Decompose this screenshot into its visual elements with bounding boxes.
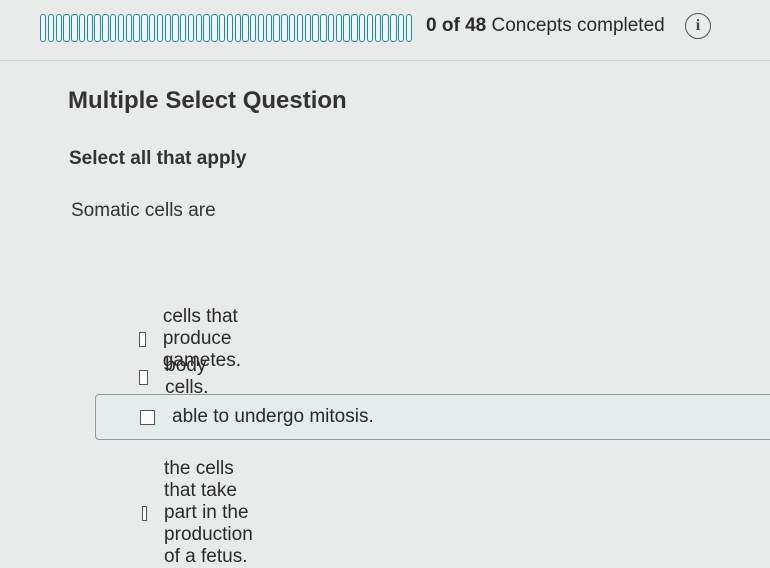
progress-segment: [390, 14, 397, 42]
total-count: 48: [465, 15, 487, 36]
progress-segment: [343, 14, 350, 42]
answer-option-label: body cells.: [165, 355, 209, 398]
progress-segment: [203, 14, 210, 42]
progress-segment: [180, 14, 187, 42]
progress-segment: [359, 14, 366, 42]
progress-suffix: Concepts completed: [491, 15, 665, 36]
progress-segment: [187, 14, 195, 42]
checkbox[interactable]: [142, 505, 148, 521]
progress-segment: [125, 14, 132, 42]
checkbox[interactable]: [140, 409, 155, 425]
answer-option[interactable]: able to undergo mitosis.: [95, 394, 770, 440]
progress-segment: [335, 14, 343, 42]
progress-segment: [78, 14, 86, 42]
answer-option-label: able to undergo mitosis.: [172, 406, 374, 427]
progress-segment: [281, 14, 288, 42]
progress-segment: [382, 14, 389, 42]
progress-segment: [312, 14, 319, 42]
progress-segment: [40, 14, 47, 42]
progress-segment: [304, 14, 311, 42]
progress-segment: [265, 14, 273, 42]
progress-segment: [405, 14, 413, 42]
checkbox[interactable]: [139, 331, 146, 347]
progress-segment: [195, 14, 203, 42]
progress-segment: [94, 14, 101, 42]
progress-segment: [296, 14, 304, 42]
progress-segment: [234, 14, 241, 42]
progress-segment: [211, 14, 218, 42]
question-prompt: Somatic cells are: [71, 200, 216, 221]
progress-segment: [242, 14, 249, 42]
checkbox[interactable]: [139, 369, 149, 385]
answer-option-label: the cells that take part in the producti…: [164, 458, 253, 567]
answer-option[interactable]: body cells.: [139, 355, 214, 399]
progress-segment: [273, 14, 280, 42]
answer-option[interactable]: the cells that take part in the producti…: [142, 458, 263, 568]
progress-of: of: [441, 15, 460, 36]
progress-segment: [63, 14, 70, 42]
question-instruction: Select all that apply: [69, 148, 247, 169]
progress-segment: [141, 14, 148, 42]
progress-segment: [55, 14, 62, 42]
progress-segment: [133, 14, 140, 42]
progress-segment: [397, 14, 405, 42]
progress-segment: [156, 14, 164, 42]
progress-segment: [250, 14, 257, 42]
progress-text: 0 of 48 Concepts completed: [426, 15, 665, 37]
progress-segment: [148, 14, 156, 42]
progress-segment: [226, 14, 234, 42]
progress-segment: [320, 14, 327, 42]
progress-segment: [374, 14, 381, 42]
progress-segment: [327, 14, 335, 42]
progress-header: 0 of 48 Concepts completed i: [0, 0, 770, 61]
progress-segment: [102, 14, 109, 42]
progress-segment: [366, 14, 374, 42]
progress-segment: [172, 14, 179, 42]
progress-segment: [71, 14, 78, 42]
completed-count: 0: [426, 15, 437, 36]
progress-bar: [40, 14, 413, 42]
progress-segment: [117, 14, 125, 42]
progress-segment: [47, 14, 55, 42]
info-icon[interactable]: i: [685, 13, 711, 39]
progress-segment: [257, 14, 265, 42]
progress-segment: [289, 14, 296, 42]
progress-segment: [110, 14, 117, 42]
progress-segment: [218, 14, 226, 42]
progress-segment: [351, 14, 358, 42]
progress-segment: [164, 14, 171, 42]
question-type: Multiple Select Question: [68, 87, 347, 114]
progress-segment: [86, 14, 94, 42]
